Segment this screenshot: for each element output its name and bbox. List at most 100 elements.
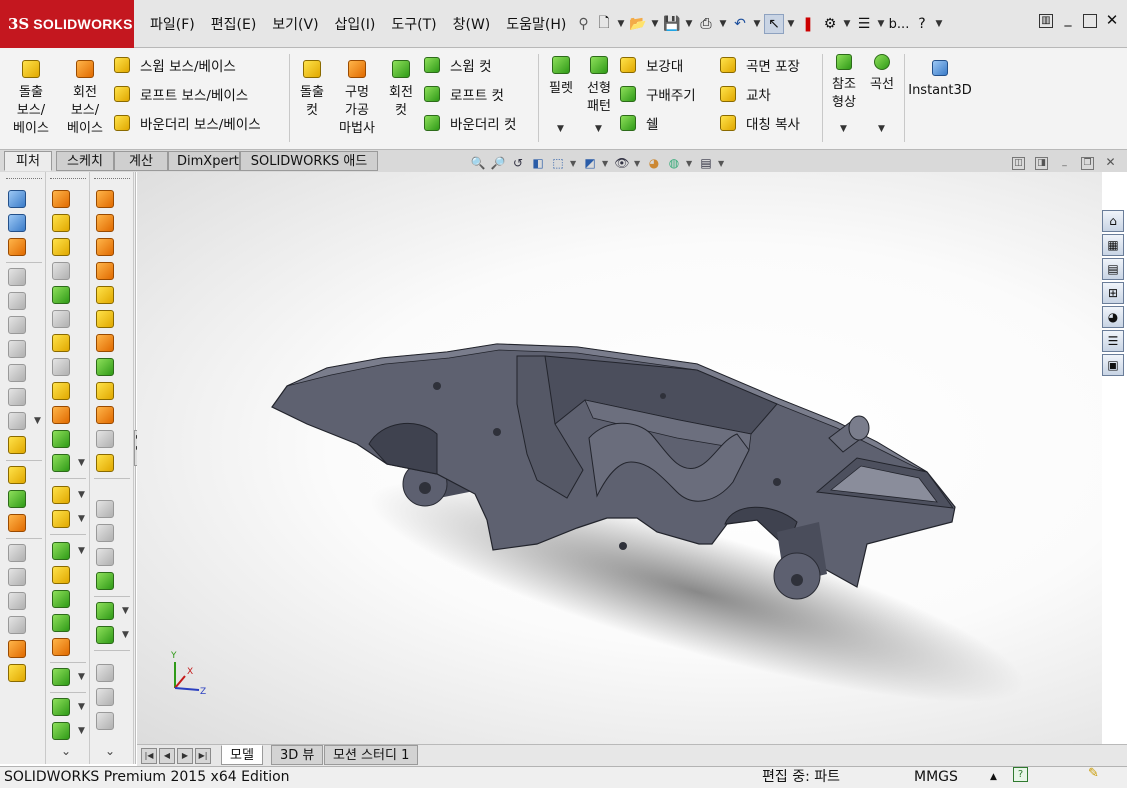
flex-gray-icon[interactable] — [96, 548, 114, 566]
custom-properties-icon[interactable]: ☰ — [1102, 330, 1124, 352]
intersect-small-icon[interactable] — [96, 310, 114, 328]
untrim-surface-icon[interactable] — [8, 388, 26, 406]
menu-insert[interactable]: 삽입(I) — [327, 14, 384, 34]
boundary-cut-button[interactable]: 바운더리 컷 — [424, 113, 516, 133]
wrap-button[interactable]: 곡면 포장 — [720, 55, 800, 75]
file-properties-dropdown[interactable]: ▼ — [876, 19, 886, 29]
view-settings-dropdown[interactable]: ▼ — [718, 159, 726, 168]
minimize-icon[interactable]: _ — [1061, 12, 1075, 28]
menu-file[interactable]: 파일(F) — [142, 14, 203, 34]
shell-button[interactable]: 쉘 — [620, 113, 658, 133]
instant3d-button[interactable]: Instant3D — [906, 60, 974, 100]
save-icon[interactable]: 💾 — [662, 14, 682, 34]
options-dropdown[interactable]: ▼ — [842, 19, 852, 29]
delete-body-icon[interactable] — [96, 430, 114, 448]
swept-surface-icon[interactable] — [8, 238, 26, 256]
knit-surface-icon[interactable] — [8, 316, 26, 334]
mirror-small-icon[interactable] — [96, 454, 114, 472]
unit-system[interactable]: MMGS — [914, 767, 958, 788]
projection-icon[interactable] — [8, 568, 26, 586]
reference-geometry-dropdown[interactable]: ▼ — [840, 124, 847, 134]
tab-3d-view[interactable]: 3D 뷰 — [271, 745, 324, 765]
link-views-icon[interactable]: ◨ — [1035, 157, 1048, 170]
plane-icon[interactable] — [52, 238, 70, 256]
toolbar-grip[interactable] — [50, 178, 86, 180]
draft-small-icon[interactable] — [52, 614, 70, 632]
shell-small-icon[interactable] — [52, 590, 70, 608]
deform-icon[interactable] — [52, 430, 70, 448]
next-tab-icon[interactable]: ▶ — [177, 748, 193, 764]
help-status-icon[interactable]: ? — [1013, 767, 1028, 782]
curves-button[interactable]: 곡선 — [864, 54, 900, 94]
loft-cut-button[interactable]: 로프트 컷 — [424, 84, 504, 104]
revolved-surface-icon[interactable] — [8, 214, 26, 232]
view-orientation-dropdown[interactable]: ▼ — [570, 159, 578, 168]
hole-wizard-button[interactable]: 구멍 가공 마법사 — [334, 60, 380, 138]
viewport-close-icon[interactable]: ✕ — [1104, 156, 1117, 170]
sweep-boss-button[interactable]: 스윕 보스/베이스 — [114, 55, 236, 75]
user-label[interactable]: b... — [888, 14, 910, 34]
linear-pattern-dropdown[interactable]: ▼ — [595, 124, 602, 134]
sketch-icon[interactable] — [52, 214, 70, 232]
zoom-to-area-icon[interactable]: 🔎 — [490, 155, 506, 171]
move-face-icon[interactable] — [8, 490, 26, 508]
options-icon[interactable]: ⚙ — [820, 14, 840, 34]
previous-view-icon[interactable]: ↺ — [510, 155, 526, 171]
select-dropdown[interactable]: ▼ — [786, 19, 796, 29]
appearances-icon[interactable]: ◕ — [1102, 306, 1124, 328]
scenes-icon[interactable]: ◍ — [666, 155, 682, 171]
toolbar-grip[interactable] — [6, 178, 42, 180]
dome-icon[interactable] — [52, 382, 70, 400]
extrude-icon[interactable] — [8, 466, 26, 484]
tab-solidworks-addins[interactable]: SOLIDWORKS 애드인 — [240, 151, 378, 188]
fillet-dropdown[interactable]: ▼ — [557, 124, 564, 134]
3d-sketch-icon[interactable] — [52, 190, 70, 208]
shaded-box-icon[interactable] — [96, 712, 114, 730]
free-form-icon[interactable] — [96, 382, 114, 400]
print-dropdown[interactable]: ▼ — [718, 19, 728, 29]
extruded-surface-icon[interactable] — [8, 190, 26, 208]
flex-icon[interactable] — [52, 406, 70, 424]
first-tab-icon[interactable]: |◀ — [141, 748, 157, 764]
graphics-area[interactable]: Y X Z — [137, 172, 1102, 744]
display-style-dropdown[interactable]: ▼ — [602, 159, 610, 168]
more-tools-chevron-icon[interactable]: ⌄ — [61, 744, 71, 758]
curves-small-icon[interactable] — [52, 722, 70, 740]
sweep-cut-small-icon[interactable] — [96, 406, 114, 424]
fill-icon[interactable] — [96, 572, 114, 590]
fillet-small-icon[interactable] — [52, 542, 70, 560]
hidden-lines-box-icon[interactable] — [96, 688, 114, 706]
sketch-fillet-icon[interactable] — [52, 358, 70, 376]
boundary-small-icon[interactable] — [96, 334, 114, 352]
extrude-boss-button[interactable]: 돌출 보스/ 베이스 — [6, 60, 56, 138]
move-copy-body-icon[interactable] — [96, 286, 114, 304]
file-properties-icon[interactable]: ☰ — [854, 14, 874, 34]
cut-with-surface-icon[interactable] — [8, 640, 26, 658]
zoom-to-fit-icon[interactable]: 🔍 — [470, 155, 486, 171]
ruled-face-icon[interactable] — [8, 616, 26, 634]
save-dropdown[interactable]: ▼ — [684, 19, 694, 29]
appearance-icon[interactable]: ◕ — [646, 155, 662, 171]
sweep-small-icon[interactable] — [96, 238, 114, 256]
combine-icon[interactable] — [96, 214, 114, 232]
hide-show-items-icon[interactable]: 👁 — [614, 155, 630, 171]
maximize-icon[interactable] — [1083, 14, 1097, 28]
last-tab-icon[interactable]: ▶| — [195, 748, 211, 764]
part-model[interactable]: Y X Z — [137, 172, 1102, 744]
menu-edit[interactable]: 편집(E) — [203, 14, 265, 34]
pin-menu-icon[interactable]: ⚲ — [578, 16, 588, 32]
rib-small-icon[interactable] — [52, 566, 70, 584]
hide-show-dropdown[interactable]: ▼ — [634, 159, 642, 168]
new-dropdown[interactable]: ▼ — [616, 19, 626, 29]
menu-tools[interactable]: 도구(T) — [383, 14, 444, 34]
ruled-surface-icon[interactable] — [8, 292, 26, 310]
restore-ui-icon[interactable]: ▥ — [1039, 14, 1053, 28]
tab-model[interactable]: 모델 — [221, 745, 263, 765]
menu-help[interactable]: 도움말(H) — [498, 14, 574, 34]
revolve-boss-button[interactable]: 회전 보스/ 베이스 — [60, 60, 110, 138]
display-style-icon[interactable]: ◩ — [582, 155, 598, 171]
prev-tab-icon[interactable]: ◀ — [159, 748, 175, 764]
split-view-icon[interactable]: ◫ — [1012, 157, 1025, 170]
viewport-minimize-icon[interactable]: _ — [1058, 157, 1071, 170]
scale-icon[interactable] — [96, 500, 114, 518]
